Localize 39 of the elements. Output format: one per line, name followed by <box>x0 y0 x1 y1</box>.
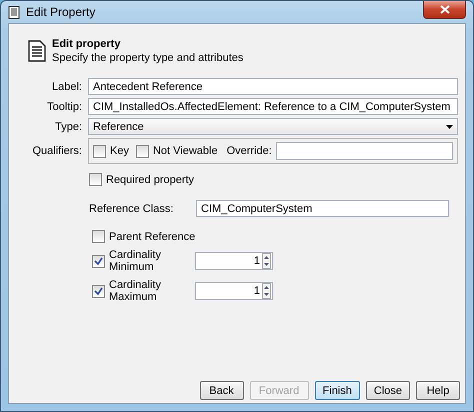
override-field[interactable] <box>276 142 453 160</box>
override-label: Override: <box>226 145 272 157</box>
checkbox[interactable] <box>92 230 105 243</box>
dialog-button[interactable]: Finish <box>314 381 360 400</box>
checkbox[interactable] <box>93 144 106 158</box>
spinner-arrows-icon <box>262 253 271 269</box>
text-field[interactable]: CIM_InstalledOs.AffectedElement: Reference to a CIM_ComputerSystem <box>88 98 458 115</box>
dialog-button[interactable]: Help <box>416 381 460 400</box>
close-button[interactable] <box>423 1 466 19</box>
checkbox-label: Key <box>110 145 129 157</box>
text-field[interactable]: Antecedent Reference <box>88 78 458 95</box>
header-title: Edit property <box>52 38 122 50</box>
checkbox-label: Not Viewable <box>152 145 218 157</box>
type-dropdown[interactable]: Reference <box>88 118 458 135</box>
checkbox-label: Parent Reference <box>109 230 196 242</box>
checkbox[interactable] <box>92 284 105 298</box>
field-label: Label: <box>51 80 83 92</box>
field-label: Qualifiers: <box>31 145 83 157</box>
number-spinner[interactable]: 1 <box>195 282 273 300</box>
document-icon <box>28 40 46 62</box>
checkbox-label: Cardinality Minimum <box>109 249 162 273</box>
checkbox[interactable] <box>136 144 149 158</box>
window-title: Edit Property <box>26 5 96 19</box>
checkbox-label: Cardinality Maximum <box>109 279 162 303</box>
number-spinner[interactable]: 1 <box>195 252 273 270</box>
document-icon <box>8 6 20 18</box>
field-label: Tooltip: <box>46 100 83 112</box>
dialog-button[interactable]: Close <box>366 381 410 400</box>
dropdown-arrow-icon <box>446 124 453 128</box>
header-subtitle: Specify the property type and attributes <box>52 52 244 64</box>
reference-class-field[interactable]: CIM_ComputerSystem <box>196 200 449 217</box>
checkbox-label: Required property <box>106 174 194 186</box>
checkbox[interactable] <box>92 254 105 268</box>
close-icon <box>440 5 450 14</box>
field-label: Reference Class: <box>89 202 174 214</box>
dialog-button[interactable]: Back <box>200 381 244 400</box>
spinner-arrows-icon <box>262 283 271 299</box>
field-label: Type: <box>54 120 83 132</box>
checkbox[interactable] <box>89 173 102 186</box>
